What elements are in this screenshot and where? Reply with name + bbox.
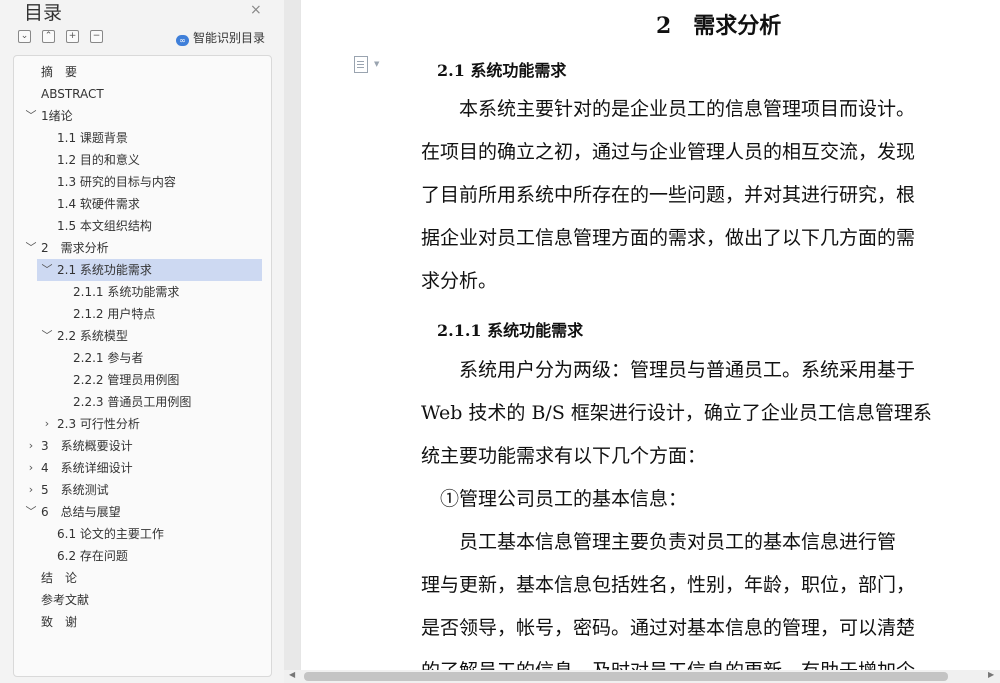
smart-toc-label: 智能识别目录 [193, 31, 266, 45]
paragraph-1: 本系统主要针对的是企业员工的信息管理项目而设计。 在项目的确立之初，通过与企业管… [421, 88, 981, 303]
toc-item[interactable]: 1.3 研究的目标与内容 [57, 171, 176, 193]
toc-item[interactable]: ABSTRACT [41, 83, 104, 105]
toc-item[interactable]: 6 总结与展望 [41, 501, 121, 523]
text-line: 本系统主要针对的是企业员工的信息管理项目而设计。 [421, 98, 916, 120]
text-line: 系统用户分为两级：管理员与普通员工。系统采用基于 [421, 359, 916, 381]
chevron-down-icon[interactable]: ﹀ [24, 237, 38, 259]
section-heading-2-1-1: 2.1.1 系统功能需求 [437, 321, 584, 340]
sidebar-splitter[interactable] [284, 0, 300, 683]
toc-item[interactable]: 5 系统测试 [41, 479, 109, 501]
paragraph-2: 系统用户分为两级：管理员与普通员工。系统采用基于 Web 技术的 B/S 框架进… [421, 349, 981, 521]
scroll-left-icon[interactable]: ◀ [289, 670, 295, 679]
scrollbar-thumb[interactable] [304, 672, 948, 681]
chevron-right-icon[interactable]: › [24, 457, 38, 479]
expand-all-icon[interactable]: ⌄ [18, 30, 31, 43]
document-icon[interactable] [354, 56, 368, 73]
toc-item[interactable]: 1.1 课题背景 [57, 127, 128, 149]
text-line: 据企业对员工信息管理方面的需求，做出了以下几方面的需 [421, 227, 916, 249]
text-line: 理与更新，基本信息包括姓名，性别，年龄，职位，部门， [421, 574, 916, 596]
close-icon[interactable]: × [250, 2, 262, 18]
toc-item[interactable]: 6.1 论文的主要工作 [57, 523, 164, 545]
collapse-all-icon[interactable]: ⌃ [42, 30, 55, 43]
toc-item[interactable]: 1.2 目的和意义 [57, 149, 140, 171]
toc-item[interactable]: 致 谢 [41, 611, 77, 633]
toc-item[interactable]: 1.5 本文组织结构 [57, 215, 152, 237]
toc-item[interactable]: 1绪论 [41, 105, 73, 127]
chevron-down-icon[interactable]: ﹀ [24, 105, 38, 127]
scroll-right-icon[interactable]: ▶ [988, 670, 994, 679]
toc-item[interactable]: 2.2.3 普通员工用例图 [73, 391, 191, 413]
toc-item[interactable]: 2.1 系统功能需求 [57, 259, 152, 281]
list-item-1: ①管理公司员工的基本信息： [421, 488, 688, 510]
text-line: 求分析。 [421, 270, 498, 292]
chevron-right-icon[interactable]: › [24, 479, 38, 501]
text-line: 了目前所用系统中所存在的一些问题，并对其进行研究，根 [421, 184, 916, 206]
caret-down-icon[interactable]: ▼ [374, 60, 379, 68]
text-line: 是否领导，帐号，密码。通过对基本信息的管理，可以清楚 [421, 617, 916, 639]
paragraph-3: 员工基本信息管理主要负责对员工的基本信息进行管 理与更新，基本信息包括姓名，性别… [421, 521, 981, 670]
text-line: 统主要功能需求有以下几个方面： [421, 445, 707, 467]
toc-item[interactable]: 2.1.2 用户特点 [73, 303, 155, 325]
toc-item[interactable]: 4 系统详细设计 [41, 457, 133, 479]
toc-sidebar: 目录 × ⌄ ⌃ + − ∞ 智能识别目录 摘 要 ABSTRACT ﹀ 1绪论 1.1 … [0, 0, 284, 683]
toc-item[interactable]: 结 论 [41, 567, 77, 589]
toc-item[interactable]: 2.1.1 系统功能需求 [73, 281, 179, 303]
smart-toc-button[interactable]: ∞ 智能识别目录 [176, 29, 265, 46]
document-page: ▼ 2 需求分析 2.1 系统功能需求 本系统主要针对的是企业员工的信息管理项目… [301, 0, 1000, 670]
chevron-right-icon[interactable]: › [24, 435, 38, 457]
section-heading-2-1: 2.1 系统功能需求 [437, 61, 567, 80]
toc-item[interactable]: 6.2 存在问题 [57, 545, 128, 567]
chevron-down-icon[interactable]: ﹀ [40, 325, 54, 347]
toc-title: 目录 [24, 2, 63, 24]
toc-item[interactable]: 2.3 可行性分析 [57, 413, 140, 435]
toc-item[interactable]: 2.2.2 管理员用例图 [73, 369, 179, 391]
chevron-down-icon[interactable]: ﹀ [24, 501, 38, 523]
toc-item[interactable]: 参考文献 [41, 589, 89, 611]
toc-item[interactable]: 1.4 软硬件需求 [57, 193, 140, 215]
chapter-heading: 2 需求分析 [656, 13, 782, 39]
remove-heading-icon[interactable]: − [90, 30, 103, 43]
add-heading-icon[interactable]: + [66, 30, 79, 43]
text-line: Web 技术的 B/S 框架进行设计，确立了企业员工信息管理系 [421, 402, 932, 424]
text-line: 在项目的确立之初，通过与企业管理人员的相互交流，发现 [421, 141, 916, 163]
smart-recognize-icon: ∞ [176, 35, 189, 46]
text-line: 的了解员工的信息，及时对员工信息的更新，有助于增加企 [421, 650, 981, 670]
chevron-down-icon[interactable]: ﹀ [40, 259, 54, 281]
toc-item[interactable]: 2 需求分析 [41, 237, 109, 259]
toc-item[interactable]: 3 系统概要设计 [41, 435, 133, 457]
chevron-right-icon[interactable]: › [40, 413, 54, 435]
toc-item[interactable]: 2.2 系统模型 [57, 325, 128, 347]
toc-item[interactable]: 2.2.1 参与者 [73, 347, 143, 369]
toc-item[interactable]: 摘 要 [41, 61, 77, 83]
text-line: 员工基本信息管理主要负责对员工的基本信息进行管 [421, 531, 897, 553]
